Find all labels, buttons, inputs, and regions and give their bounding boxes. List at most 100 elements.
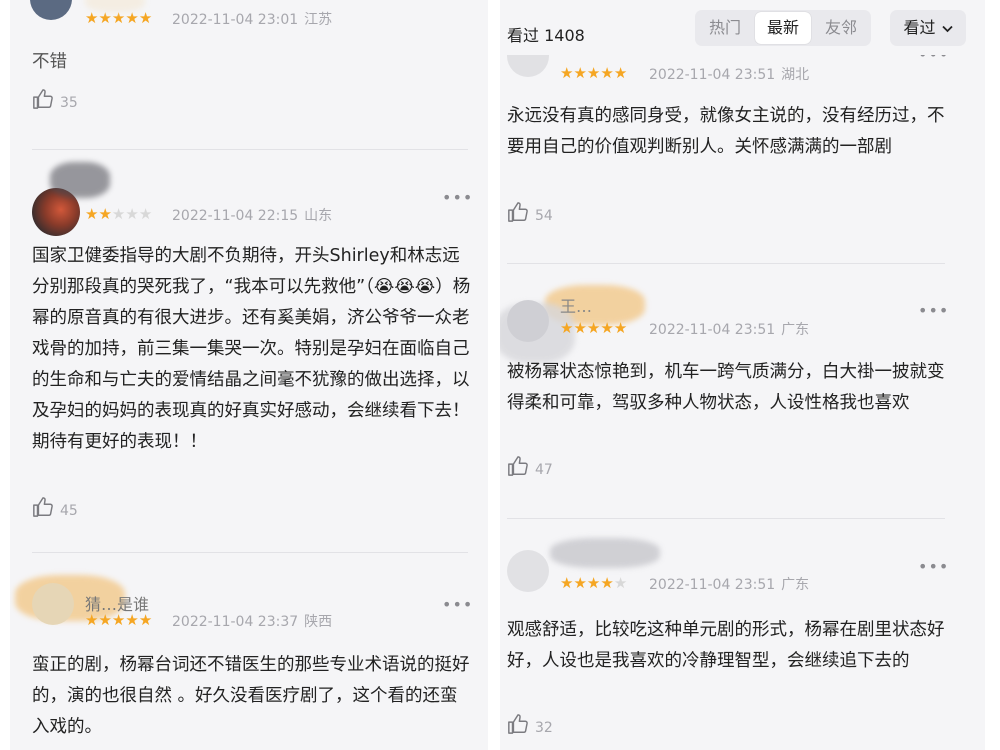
star-icon: ★: [138, 205, 153, 223]
more-dots-icon[interactable]: •••: [442, 595, 473, 614]
more-dots-icon[interactable]: •••: [918, 557, 949, 576]
star-icon: ★: [560, 64, 574, 82]
comment-meta: 2022-11-04 23:01 江苏: [172, 9, 332, 29]
comment-meta: 2022-11-04 23:51 广东: [649, 574, 809, 594]
comment-text: 国家卫健委指导的大剧不负期待，开头Shirley和林志远分别那段真的哭死我了，“…: [32, 246, 471, 452]
watched-filter-dropdown[interactable]: 看过: [890, 10, 966, 46]
comment-text: 不错: [32, 52, 67, 72]
star-icon: ★: [613, 574, 628, 592]
comment-date: 2022-11-04 22:15: [172, 208, 299, 224]
tab-latest[interactable]: 最新: [755, 12, 811, 44]
comment-text: 蛮正的剧，杨幂台词还不错医生的那些专业术语说的挺好的，演的也很自然 。好久没看医…: [32, 655, 470, 737]
watched-filter-label: 看过: [903, 18, 936, 37]
like-button[interactable]: 32: [507, 713, 553, 735]
like-button[interactable]: 35: [32, 88, 78, 110]
star-rating: ★★★★★: [85, 612, 152, 628]
comment-region: 广东: [781, 577, 810, 593]
star-icon: ★: [586, 574, 601, 592]
star-rating: ★★★★★: [560, 575, 627, 591]
star-icon: ★: [560, 319, 574, 337]
star-icon: ★: [98, 205, 112, 223]
star-icon: ★: [138, 9, 153, 27]
tab-hot[interactable]: 热门: [697, 12, 753, 44]
comment-meta: 2022-11-04 23:37 陕西: [172, 611, 332, 631]
comment-region: 湖北: [781, 67, 810, 83]
avatar[interactable]: [507, 55, 549, 77]
star-icon: ★: [111, 205, 126, 223]
comments-header: 看过 1408 热门 最新 友邻 看过: [500, 0, 985, 55]
comment-text: 永远没有真的感同身受，就像女主说的，没有经历过，不要用自己的价值观判断别人。关怀…: [507, 106, 945, 157]
avatar[interactable]: [507, 300, 549, 342]
comment-region: 山东: [304, 208, 333, 224]
star-icon: ★: [600, 64, 614, 82]
avatar[interactable]: [507, 550, 549, 592]
star-icon: ★: [613, 64, 628, 82]
star-icon: ★: [573, 319, 587, 337]
star-icon: ★: [600, 319, 614, 337]
comment-text: 观感舒适，比较吃这种单元剧的形式，杨幂在剧里状态好好，人设也是我喜欢的冷静理智型…: [507, 620, 945, 671]
comment-date: 2022-11-04 23:51: [649, 322, 776, 338]
star-icon: ★: [125, 205, 139, 223]
comment-item: ★★★★★ 2022-11-04 23:51 广东 ••• 观感舒适，比较吃这种单…: [500, 520, 985, 750]
comment-region: 陕西: [304, 614, 333, 630]
like-button[interactable]: 54: [507, 201, 553, 223]
comment-meta: 2022-11-04 22:15 山东: [172, 205, 332, 225]
tab-friends[interactable]: 友邻: [813, 12, 869, 44]
comment-item: 王… ★★★★★ 2022-11-04 23:51 广东 ••• 被杨幂状态惊艳到…: [500, 265, 985, 525]
seen-count-label: 看过 1408: [507, 26, 585, 45]
thumbs-up-icon: [508, 456, 528, 476]
star-icon: ★: [85, 205, 99, 223]
more-dots-icon[interactable]: •••: [918, 301, 949, 320]
star-icon: ★: [85, 9, 99, 27]
right-comment-column: ★★★★★ 2022-11-04 23:51湖北 ••• 永远没有真的感同身受，…: [500, 55, 985, 750]
sort-tabs: 热门 最新 友邻: [695, 10, 871, 46]
star-icon: ★: [85, 611, 99, 629]
star-rating: ★★★★★: [560, 65, 627, 81]
comment-username[interactable]: 王…: [560, 293, 592, 317]
like-button[interactable]: 45: [32, 496, 78, 518]
comment-region: 广东: [781, 322, 810, 338]
comment-date: 2022-11-04 23:37: [172, 614, 299, 630]
star-icon: ★: [125, 611, 139, 629]
thumbs-up-icon: [33, 497, 53, 517]
like-count: 54: [535, 208, 553, 224]
more-dots-icon[interactable]: •••: [442, 188, 473, 207]
comment-meta: 2022-11-04 23:51 广东: [649, 319, 809, 339]
like-count: 35: [60, 95, 78, 111]
avatar[interactable]: [32, 583, 74, 625]
star-icon: ★: [586, 319, 601, 337]
more-dots-icon[interactable]: •••: [918, 55, 949, 64]
like-button[interactable]: 47: [507, 455, 553, 477]
like-count: 32: [535, 720, 553, 736]
comment-item: ★★★★★ 2022-11-04 23:51湖北 ••• 永远没有真的感同身受，…: [500, 55, 985, 265]
divider: [507, 263, 945, 264]
star-icon: ★: [573, 64, 587, 82]
divider: [32, 552, 468, 553]
like-count: 45: [60, 503, 78, 519]
like-count: 47: [535, 462, 553, 478]
comment-item: ★★★★★ 2022-11-04 23:01 江苏 不错 35: [10, 0, 488, 150]
thumbs-up-icon: [33, 89, 53, 109]
avatar[interactable]: [30, 0, 72, 20]
star-icon: ★: [98, 611, 112, 629]
star-icon: ★: [125, 9, 139, 27]
star-rating: ★★★★★: [85, 206, 152, 222]
comment-date: 2022-11-04 23:51: [649, 577, 776, 593]
star-icon: ★: [613, 319, 628, 337]
comment-date: 2022-11-04 23:51: [649, 67, 776, 83]
star-icon: ★: [111, 611, 126, 629]
left-comment-column: ★★★★★ 2022-11-04 23:01 江苏 不错 35 ★★★★★ 202…: [10, 0, 488, 750]
comment-item: 猜…是谁 ★★★★★ 2022-11-04 23:37 陕西 ••• 蛮正的剧，杨…: [10, 555, 488, 750]
comment-date: 2022-11-04 23:01: [172, 12, 299, 28]
thumbs-up-icon: [508, 714, 528, 734]
divider: [507, 518, 945, 519]
star-icon: ★: [573, 574, 587, 592]
chevron-down-icon: [941, 25, 953, 32]
comment-item: ★★★★★ 2022-11-04 22:15 山东 ••• 国家卫健委指导的大剧不…: [10, 150, 488, 553]
star-icon: ★: [138, 611, 153, 629]
thumbs-up-icon: [508, 202, 528, 222]
comment-region: 江苏: [304, 12, 333, 28]
star-icon: ★: [600, 574, 614, 592]
comment-meta: 2022-11-04 23:51 湖北: [649, 64, 809, 84]
star-icon: ★: [586, 64, 601, 82]
